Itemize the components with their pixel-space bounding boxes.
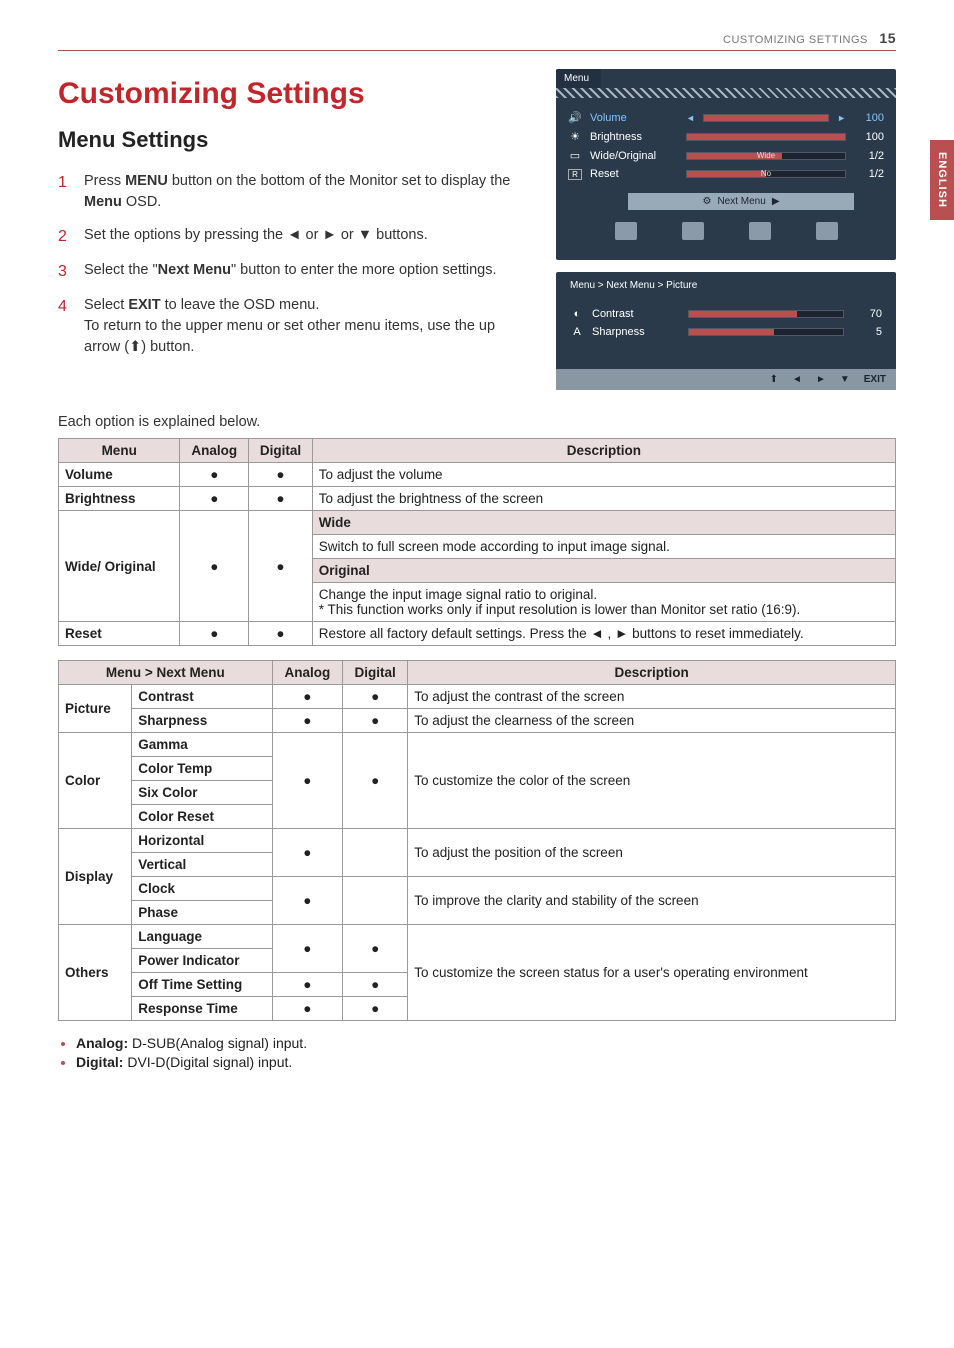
- menu-options-table: Menu Analog Digital Description Volume ●…: [58, 438, 896, 646]
- gear-icon: ⚙: [702, 196, 711, 207]
- col-nextmenu: Menu > Next Menu: [59, 661, 273, 685]
- reset-icon: R: [568, 169, 582, 180]
- page-title: Customizing Settings: [58, 77, 534, 111]
- col-menu: Menu: [59, 439, 180, 463]
- brightness-icon: ☀: [568, 130, 582, 143]
- mode-icon: [816, 222, 838, 240]
- row-clock: Clock ● To improve the clarity and stabi…: [59, 877, 896, 901]
- up-arrow-icon: ⬆: [770, 374, 778, 385]
- col-analog: Analog: [180, 439, 249, 463]
- osd-nav-row: ⬆ ◄ ► ▼ EXIT: [556, 369, 896, 390]
- osd-row-volume: 🔊 Volume ◄ ► 100: [568, 108, 884, 127]
- section-name: CUSTOMIZING SETTINGS: [723, 34, 868, 46]
- col-digital: Digital: [343, 661, 408, 685]
- left-arrow-icon: ◄: [792, 374, 802, 385]
- row-sharpness: Sharpness ● ● To adjust the clearness of…: [59, 709, 896, 733]
- triangle-right-icon: ▶: [772, 196, 780, 207]
- volume-icon: 🔊: [568, 111, 582, 124]
- section-subtitle: Menu Settings: [58, 127, 534, 153]
- nextmenu-options-table: Menu > Next Menu Analog Digital Descript…: [58, 660, 896, 1021]
- down-arrow-icon: ▼: [840, 374, 850, 385]
- footnotes: Analog: D-SUB(Analog signal) input. Digi…: [58, 1035, 896, 1070]
- osd-breadcrumb: Menu > Next Menu > Picture: [556, 272, 896, 299]
- mode-icon: [749, 222, 771, 240]
- col-description: Description: [312, 439, 895, 463]
- instruction-list: 1Press MENU button on the bottom of the …: [58, 171, 534, 358]
- right-arrow-icon: ►: [816, 374, 826, 385]
- osd-menu-screenshot: Menu 🔊 Volume ◄ ► 100 ☀ Brightness: [556, 69, 896, 260]
- row-reset: Reset ● ● Restore all factory default se…: [59, 622, 896, 646]
- step-1: 1Press MENU button on the bottom of the …: [58, 171, 534, 213]
- row-horizontal: Display Horizontal ● To adjust the posit…: [59, 829, 896, 853]
- osd-row-contrast: ◐ Contrast 70: [570, 305, 882, 323]
- osd-row-sharpness: A Sharpness 5: [570, 323, 882, 341]
- contrast-icon: ◐: [570, 308, 584, 320]
- table-intro: Each option is explained below.: [58, 414, 896, 430]
- aspect-icon: ▭: [568, 149, 582, 162]
- page-number: 15: [879, 30, 896, 46]
- note-digital: Digital: DVI-D(Digital signal) input.: [76, 1054, 896, 1070]
- osd-tab: Menu: [556, 69, 601, 88]
- osd-row-brightness: ☀ Brightness 100: [568, 127, 884, 146]
- row-brightness: Brightness ● ● To adjust the brightness …: [59, 487, 896, 511]
- row-gamma: Color Gamma ● ● To customize the color o…: [59, 733, 896, 757]
- row-contrast: Picture Contrast ● ● To adjust the contr…: [59, 685, 896, 709]
- step-4: 4Select EXIT to leave the OSD menu.To re…: [58, 295, 534, 358]
- row-volume: Volume ● ● To adjust the volume: [59, 463, 896, 487]
- sharpness-icon: A: [570, 326, 584, 338]
- page-header: CUSTOMIZING SETTINGS 15: [58, 30, 896, 51]
- note-analog: Analog: D-SUB(Analog signal) input.: [76, 1035, 896, 1051]
- exit-label: EXIT: [864, 374, 886, 385]
- osd-mode-icons: [568, 216, 884, 246]
- step-3: 3Select the "Next Menu" button to enter …: [58, 260, 534, 283]
- step-2: 2Set the options by pressing the ◄ or ► …: [58, 225, 534, 248]
- col-description: Description: [408, 661, 896, 685]
- osd-row-wideoriginal: ▭ Wide/Original Wide 1/2: [568, 146, 884, 165]
- col-digital: Digital: [249, 439, 313, 463]
- osd-submenu-screenshot: Menu > Next Menu > Picture ◐ Contrast 70…: [556, 272, 896, 390]
- osd-row-reset: R Reset No 1/2: [568, 165, 884, 183]
- col-analog: Analog: [272, 661, 342, 685]
- row-wide-header: Wide/ Original ● ● Wide: [59, 511, 896, 535]
- row-language: Others Language ● ● To customize the scr…: [59, 925, 896, 949]
- osd-next-menu-bar: ⚙ Next Menu ▶: [628, 193, 854, 210]
- mode-icon: [615, 222, 637, 240]
- mode-icon: [682, 222, 704, 240]
